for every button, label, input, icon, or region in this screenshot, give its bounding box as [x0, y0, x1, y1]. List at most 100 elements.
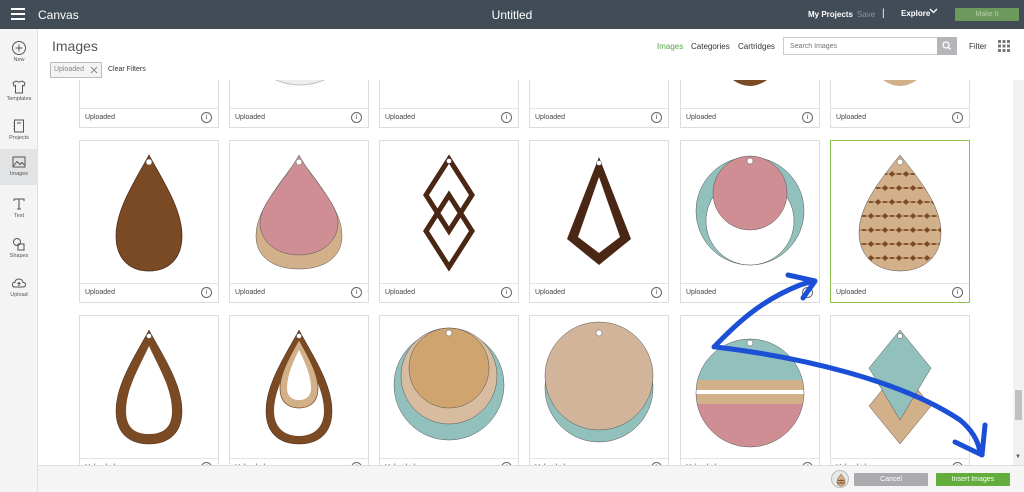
- sidebar-item-projects[interactable]: Projects: [0, 113, 38, 149]
- double-teardrop-image: [265, 329, 333, 445]
- save-link[interactable]: Save: [857, 10, 875, 19]
- separator: |: [882, 8, 885, 19]
- layered-circle-tan-image: [544, 321, 654, 443]
- image-tile[interactable]: Uploaded i: [830, 315, 970, 465]
- tile-footer: Uploaded i: [681, 458, 819, 465]
- tile-footer: Uploaded i: [80, 108, 218, 127]
- info-icon[interactable]: i: [952, 112, 963, 123]
- image-tile[interactable]: Uploaded i: [529, 140, 669, 303]
- circle-ring-image: [695, 155, 805, 266]
- image-tile[interactable]: Uploaded i: [680, 140, 820, 303]
- tab-images[interactable]: Images: [657, 42, 683, 51]
- image-tile[interactable]: Uploaded i: [79, 80, 219, 128]
- tile-footer: Uploaded i: [831, 458, 969, 465]
- info-icon[interactable]: i: [351, 112, 362, 123]
- insert-images-button[interactable]: Insert Images: [936, 473, 1010, 486]
- info-icon[interactable]: i: [501, 112, 512, 123]
- image-tile[interactable]: Uploaded i: [229, 315, 369, 465]
- info-icon[interactable]: i: [501, 287, 512, 298]
- kite-outline-image: [567, 157, 631, 265]
- sidebar-item-templates[interactable]: Templates: [0, 74, 38, 110]
- make-it-button[interactable]: Make It: [955, 8, 1019, 21]
- info-icon[interactable]: i: [952, 287, 963, 298]
- image-tile[interactable]: Uploaded i: [379, 80, 519, 128]
- info-icon[interactable]: i: [201, 287, 212, 298]
- explore-menu[interactable]: Explore: [901, 9, 930, 18]
- tile-label: Uploaded: [686, 289, 716, 296]
- tab-categories[interactable]: Categories: [691, 42, 730, 51]
- scroll-down-arrow-icon[interactable]: ▼: [1015, 454, 1021, 460]
- cancel-button[interactable]: Cancel: [854, 473, 928, 486]
- scalloped-teardrop-image: [858, 154, 942, 272]
- cloud-upload-icon: [11, 278, 27, 288]
- tile-footer: Uploaded i: [230, 458, 368, 465]
- tile-footer: Uploaded i: [831, 108, 969, 127]
- sidebar-item-label: Text: [13, 213, 25, 219]
- image-tile[interactable]: Uploaded i: [79, 140, 219, 303]
- info-icon[interactable]: i: [802, 112, 813, 123]
- tile-footer: Uploaded i: [380, 108, 518, 127]
- sidebar-item-new[interactable]: New: [0, 35, 38, 71]
- sidebar-item-label: Projects: [9, 135, 29, 141]
- filter-button[interactable]: Filter: [969, 42, 987, 51]
- teardrop-outline-image: [115, 329, 183, 445]
- sidebar-item-label: Upload: [10, 292, 28, 298]
- chevron-down-icon[interactable]: [929, 6, 938, 17]
- clear-filters-link[interactable]: Clear Filters: [108, 66, 146, 73]
- close-icon[interactable]: [89, 62, 99, 80]
- plus-circle-icon: [12, 41, 26, 55]
- info-icon[interactable]: i: [802, 287, 813, 298]
- image-tile[interactable]: Uploaded i: [379, 140, 519, 303]
- pink-tan-teardrop-image: [255, 154, 343, 270]
- image-thumbnail: [274, 80, 326, 86]
- image-tile[interactable]: Uploaded i: [529, 80, 669, 128]
- tile-label: Uploaded: [385, 114, 415, 121]
- image-tile[interactable]: Uploaded i: [830, 80, 970, 128]
- image-tile[interactable]: Uploaded i: [680, 80, 820, 128]
- image-tile[interactable]: Uploaded i: [79, 315, 219, 465]
- pinecone-thumbnail-icon: [836, 473, 846, 487]
- info-icon[interactable]: i: [351, 287, 362, 298]
- scrollbar[interactable]: ▼: [1013, 80, 1024, 465]
- sidebar-item-upload[interactable]: Upload: [0, 270, 38, 306]
- tile-footer: Uploaded i: [380, 283, 518, 302]
- sidebar-item-text[interactable]: Text: [0, 191, 38, 227]
- sidebar-item-images[interactable]: Images: [0, 149, 38, 185]
- image-tile[interactable]: Uploaded i: [529, 315, 669, 465]
- info-icon[interactable]: i: [651, 287, 662, 298]
- shapes-icon: [13, 238, 25, 251]
- layered-circle-green-image: [393, 327, 505, 441]
- tile-label: Uploaded: [535, 114, 565, 121]
- sidebar-item-label: New: [13, 57, 25, 63]
- top-bar: Canvas Untitled My Projects Save | Explo…: [0, 0, 1024, 29]
- scrollbar-thumb[interactable]: [1015, 390, 1022, 420]
- sidebar-item-label: Templates: [6, 96, 32, 102]
- search-input[interactable]: [783, 37, 938, 55]
- tile-footer: Uploaded i: [530, 108, 668, 127]
- image-icon: [12, 156, 26, 168]
- tile-footer: Uploaded i: [831, 283, 969, 302]
- image-tile[interactable]: Uploaded i: [229, 140, 369, 303]
- info-icon[interactable]: i: [651, 112, 662, 123]
- tile-footer: Uploaded i: [530, 283, 668, 302]
- search-icon: [942, 41, 952, 51]
- image-tile[interactable]: Uploaded i: [680, 315, 820, 465]
- image-tile-selected[interactable]: Uploaded i: [830, 140, 970, 303]
- search-button[interactable]: [937, 37, 957, 55]
- tile-footer: Uploaded i: [80, 458, 218, 465]
- diamond-stack-image: [868, 329, 932, 445]
- info-icon[interactable]: i: [201, 112, 212, 123]
- striped-circle-image: [695, 338, 805, 448]
- sidebar-item-shapes[interactable]: Shapes: [0, 231, 38, 267]
- sidebar-item-label: Images: [9, 171, 29, 177]
- grid-view-icon[interactable]: [998, 40, 1010, 52]
- image-tile[interactable]: Uploaded i: [229, 80, 369, 128]
- text-icon: [13, 198, 25, 210]
- tile-label: Uploaded: [85, 114, 115, 121]
- tab-cartridges[interactable]: Cartridges: [738, 42, 775, 51]
- tile-label: Uploaded: [235, 114, 265, 121]
- image-thumbnail: [733, 80, 767, 86]
- tile-label: Uploaded: [686, 114, 716, 121]
- image-tile[interactable]: Uploaded i: [379, 315, 519, 465]
- my-projects-link[interactable]: My Projects: [808, 10, 853, 19]
